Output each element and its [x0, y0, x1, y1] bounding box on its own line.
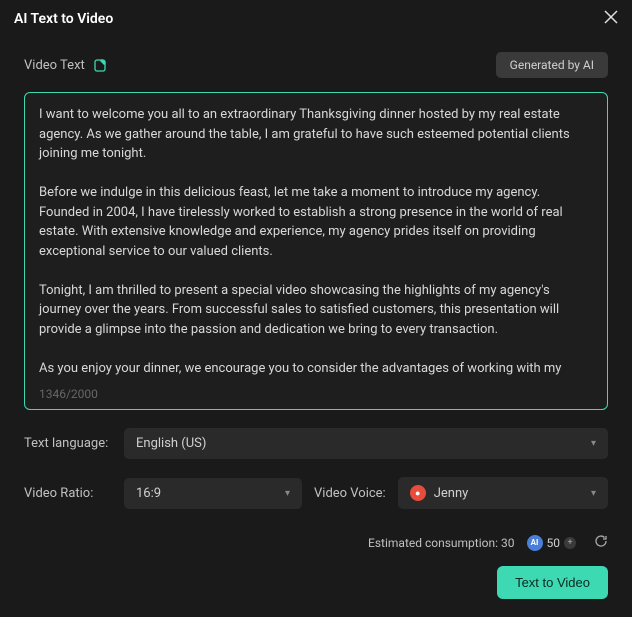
- video-text-label: Video Text: [24, 57, 109, 73]
- page-title: AI Text to Video: [14, 11, 113, 27]
- close-icon: [604, 10, 618, 24]
- refresh-button[interactable]: [594, 533, 608, 552]
- add-credits-button[interactable]: +: [564, 537, 576, 549]
- consumption-label: Estimated consumption: 30: [368, 536, 514, 550]
- ai-badge-icon: AI: [527, 535, 543, 551]
- text-language-select[interactable]: English (US) ▾: [124, 428, 608, 459]
- generated-by-ai-badge[interactable]: Generated by AI: [496, 52, 608, 78]
- chevron-down-icon: ▾: [591, 488, 596, 499]
- edit-icon[interactable]: [93, 57, 109, 73]
- text-language-label: Text language:: [24, 436, 112, 451]
- video-voice-label: Video Voice:: [314, 486, 386, 501]
- chevron-down-icon: ▾: [591, 438, 596, 449]
- ai-credits: AI 50 +: [527, 535, 577, 551]
- close-button[interactable]: [604, 10, 618, 28]
- video-ratio-select[interactable]: 16:9 ▾: [124, 478, 302, 509]
- chevron-down-icon: ▾: [285, 488, 290, 499]
- video-text-container: 1346/2000: [24, 92, 608, 410]
- text-to-video-button[interactable]: Text to Video: [497, 566, 608, 599]
- video-ratio-label: Video Ratio:: [24, 486, 112, 501]
- character-count: 1346/2000: [39, 387, 98, 401]
- video-text-input[interactable]: [25, 93, 607, 381]
- voice-avatar-icon: ●: [410, 485, 426, 501]
- video-voice-select[interactable]: ● Jenny ▾: [398, 477, 608, 509]
